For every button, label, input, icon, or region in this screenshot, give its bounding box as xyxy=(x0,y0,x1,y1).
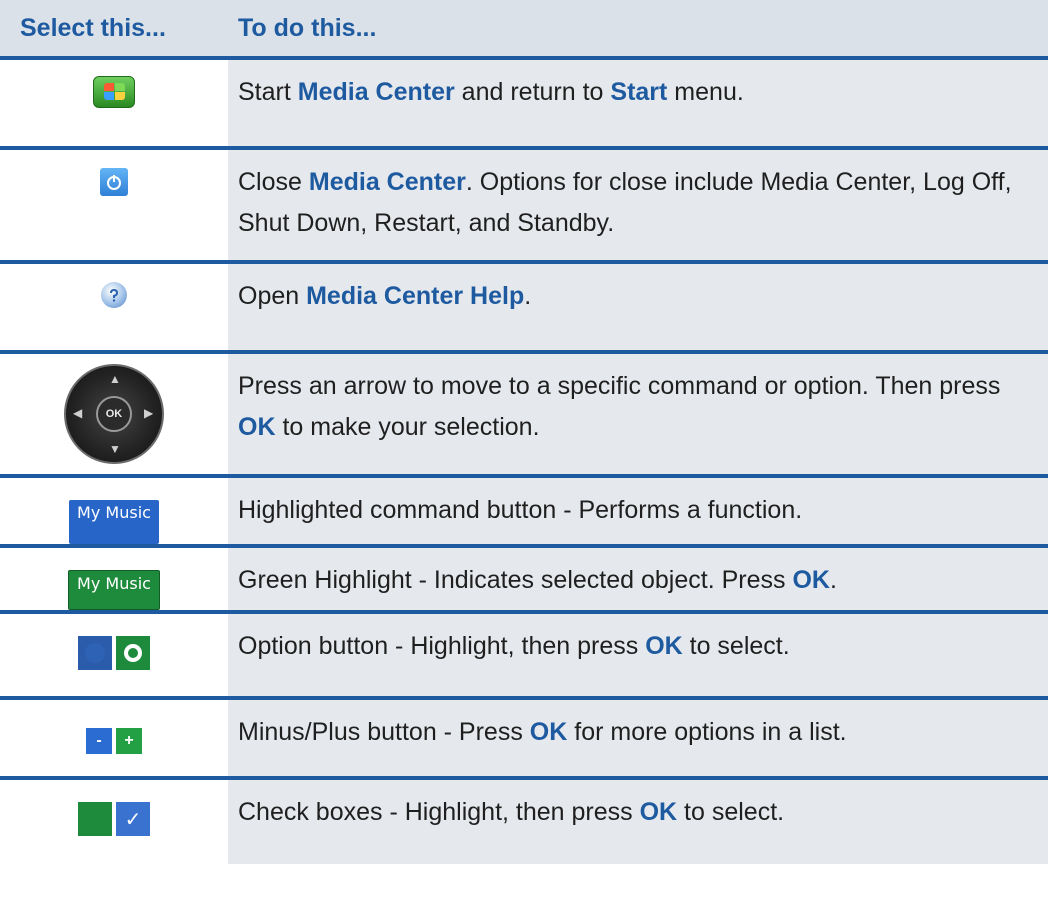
option-button-icon xyxy=(78,636,150,696)
header-col-action: To do this... xyxy=(238,13,377,42)
table-header: Select this... To do this... xyxy=(0,0,1048,60)
arrow-up-icon: ▲ xyxy=(109,372,121,386)
table-row: Open Media Center Help. xyxy=(0,264,1048,354)
header-col-select: Select this... xyxy=(20,13,166,42)
row-description: Option button - Highlight, then press OK… xyxy=(228,614,1048,696)
minus-plus-icon: - + xyxy=(86,728,142,776)
ok-button-icon: OK xyxy=(96,396,132,432)
green-highlight-icon: My Music xyxy=(68,570,160,610)
table-row: Option button - Highlight, then press OK… xyxy=(0,614,1048,700)
option-unselected-icon xyxy=(78,636,112,670)
row-description: Green Highlight - Indicates selected obj… xyxy=(228,548,1048,610)
checkbox-checked-icon: ✓ xyxy=(116,802,150,836)
table-row: Close Media Center. Options for close in… xyxy=(0,150,1048,264)
row-description: Minus/Plus button - Press OK for more op… xyxy=(228,700,1048,776)
arrow-right-icon: ▶ xyxy=(144,406,154,420)
row-description: Open Media Center Help. xyxy=(228,264,1048,350)
table-row: My Music Green Highlight - Indicates sel… xyxy=(0,548,1048,614)
option-selected-icon xyxy=(116,636,150,670)
row-description: Start Media Center and return to Start m… xyxy=(228,60,1048,146)
row-description: Close Media Center. Options for close in… xyxy=(228,150,1048,260)
power-icon xyxy=(100,168,128,196)
windows-start-icon xyxy=(93,76,135,108)
minus-icon: - xyxy=(86,728,112,754)
table-row: - + Minus/Plus button - Press OK for mor… xyxy=(0,700,1048,780)
table-row: ▲ ▼ ◀ ▶ OK Press an arrow to move to a s… xyxy=(0,354,1048,478)
checkbox-unchecked-icon xyxy=(78,802,112,836)
dpad-icon: ▲ ▼ ◀ ▶ OK xyxy=(64,364,164,464)
arrow-down-icon: ▼ xyxy=(109,442,121,456)
plus-icon: + xyxy=(116,728,142,754)
highlighted-button-icon: My Music xyxy=(69,500,159,544)
row-description: Highlighted command button - Performs a … xyxy=(228,478,1048,544)
control-reference-table: Select this... To do this... Start Media… xyxy=(0,0,1048,864)
row-description: Press an arrow to move to a specific com… xyxy=(228,354,1048,474)
table-row: Start Media Center and return to Start m… xyxy=(0,60,1048,150)
table-row: ✓ Check boxes - Highlight, then press OK… xyxy=(0,780,1048,864)
table-row: My Music Highlighted command button - Pe… xyxy=(0,478,1048,548)
help-icon xyxy=(101,282,127,308)
arrow-left-icon: ◀ xyxy=(73,406,83,420)
row-description: Check boxes - Highlight, then press OK t… xyxy=(228,780,1048,864)
checkbox-icon: ✓ xyxy=(78,802,150,864)
